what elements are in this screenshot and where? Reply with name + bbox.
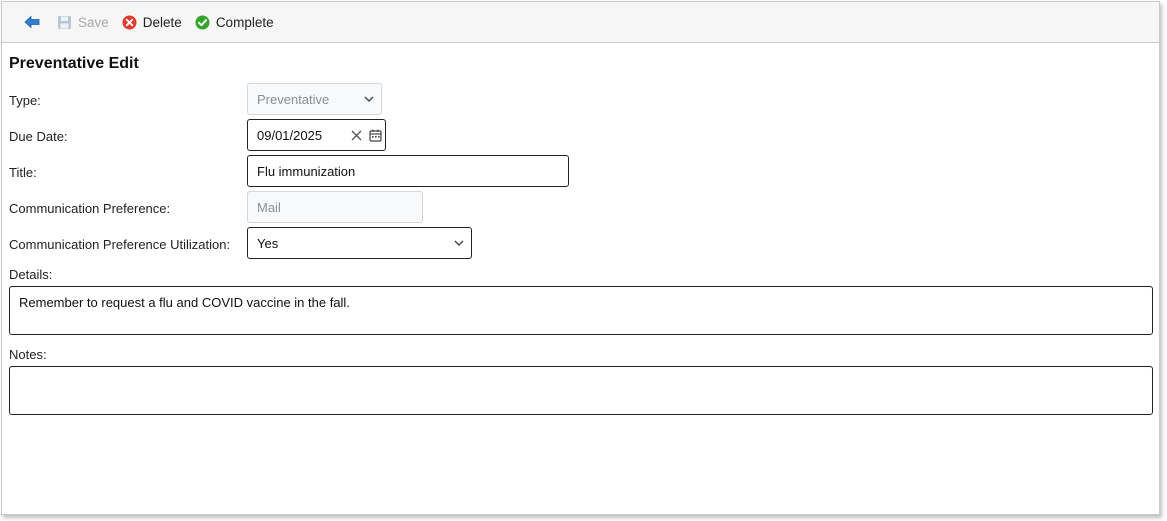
- details-value: Remember to request a flu and COVID vacc…: [19, 295, 350, 310]
- due-date-label: Due Date:: [9, 129, 68, 144]
- save-label: Save: [78, 14, 109, 30]
- notes-textarea[interactable]: [9, 366, 1153, 415]
- title-value: Flu immunization: [257, 163, 356, 179]
- delete-label: Delete: [142, 14, 182, 30]
- complete-label: Complete: [215, 14, 274, 30]
- toolbar: Save Delete Complete: [2, 2, 1159, 43]
- back-button[interactable]: [24, 15, 40, 29]
- comm-pref-util-select[interactable]: Yes: [247, 227, 472, 259]
- type-label: Type:: [9, 93, 41, 108]
- due-date-value: 09/01/2025: [257, 127, 323, 143]
- details-label: Details:: [9, 267, 53, 282]
- delete-circle-icon: [122, 15, 137, 29]
- delete-button[interactable]: Delete: [122, 15, 182, 30]
- clear-icon[interactable]: [347, 130, 365, 141]
- check-circle-icon: [195, 15, 210, 29]
- comm-pref-field: Mail: [247, 191, 423, 223]
- edit-window: Save Delete Complete Preventative Edit T…: [1, 1, 1160, 515]
- comm-pref-value: Mail: [257, 199, 281, 215]
- comm-pref-label: Communication Preference:: [9, 201, 171, 216]
- title-label: Title:: [9, 165, 37, 180]
- save-button[interactable]: Save: [57, 15, 109, 30]
- details-textarea[interactable]: Remember to request a flu and COVID vacc…: [9, 286, 1153, 335]
- type-select[interactable]: Preventative: [247, 83, 382, 115]
- comm-pref-util-value: Yes: [257, 235, 279, 251]
- due-date-input[interactable]: 09/01/2025: [247, 119, 386, 151]
- page-title: Preventative Edit: [9, 55, 139, 72]
- chevron-down-icon: [447, 240, 471, 246]
- notes-label: Notes:: [9, 347, 47, 362]
- type-value: Preventative: [257, 91, 330, 107]
- chevron-down-icon: [357, 96, 381, 102]
- arrow-left-icon: [24, 15, 40, 29]
- calendar-icon[interactable]: [365, 129, 385, 142]
- complete-button[interactable]: Complete: [195, 15, 274, 30]
- comm-pref-util-label: Communication Preference Utilization:: [9, 237, 231, 252]
- floppy-disk-icon: [58, 15, 71, 29]
- title-input[interactable]: Flu immunization: [247, 155, 569, 187]
